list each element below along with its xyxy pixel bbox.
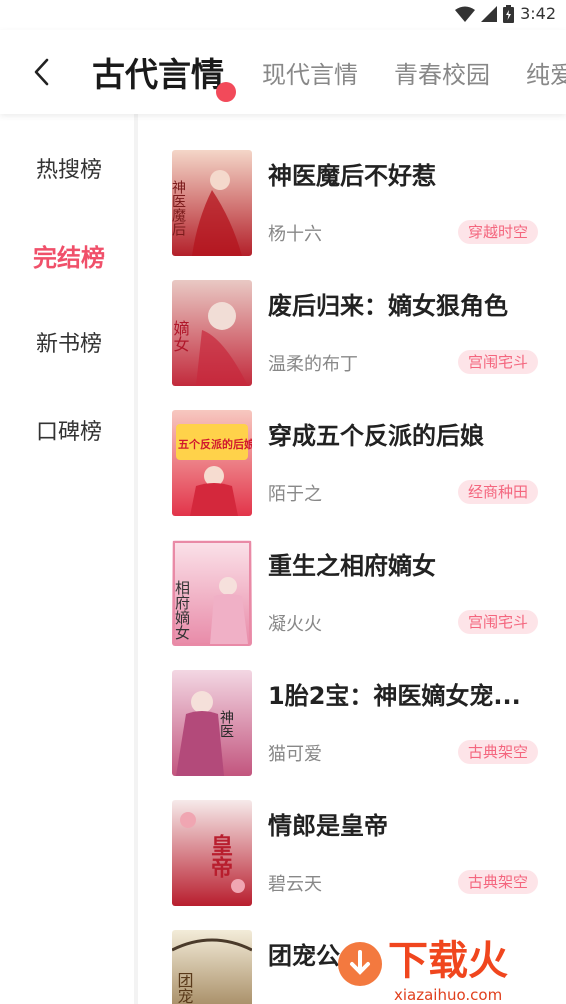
tab-label: 纯爱	[526, 60, 566, 89]
tab-label: 青春校园	[394, 60, 490, 89]
tab-label: 现代言情	[262, 60, 358, 89]
book-item[interactable]: 相府嫡女 重生之相府嫡女 凝火火 宫闱宅斗	[172, 540, 552, 646]
wifi-icon	[455, 6, 476, 22]
status-time: 3:42	[520, 4, 556, 23]
book-title[interactable]: 神医魔后不好惹	[268, 156, 552, 191]
book-item[interactable]: 五个反派的后娘 穿成五个反派的后娘 陌于之 经商种田	[172, 410, 552, 516]
tab-ancient-romance[interactable]: 古代言情	[92, 48, 236, 102]
status-bar: 3:42	[0, 0, 566, 30]
book-list: 神医魔后 神医魔后不好惹 杨十六 穿越时空 嫡女 废后归来：嫡女狠角色 温柔的布…	[142, 114, 566, 1004]
sidebar-item-reputation[interactable]: 口碑榜	[0, 414, 138, 446]
back-button[interactable]	[26, 54, 56, 90]
book-cover[interactable]: 神医魔后	[172, 150, 252, 256]
book-title[interactable]: 重生之相府嫡女	[268, 546, 552, 581]
book-genre-tag[interactable]: 宫闱宅斗	[457, 350, 538, 374]
chevron-left-icon	[34, 58, 49, 86]
book-cover[interactable]: 相府嫡女	[172, 540, 252, 646]
cover-title: 相府嫡女	[173, 580, 191, 640]
book-author: 凝火火	[268, 614, 322, 635]
book-cover[interactable]: 五个反派的后娘	[172, 410, 252, 516]
book-title[interactable]: 情郎是皇帝	[268, 806, 552, 841]
book-cover[interactable]: 团宠	[172, 930, 252, 1004]
book-author: 温柔的布丁	[268, 354, 358, 375]
cover-title: 五个反派的后娘	[178, 437, 252, 451]
watermark-text: 下载火	[388, 938, 508, 984]
cover-title: 嫡女	[172, 320, 190, 352]
book-genre-tag[interactable]: 宫闱宅斗	[457, 610, 538, 634]
sidebar-item-new-books[interactable]: 新书榜	[0, 326, 138, 358]
book-genre-tag[interactable]: 古典架空	[457, 740, 538, 764]
active-tab-indicator	[216, 82, 236, 102]
book-item[interactable]: 神医 1胎2宝：神医嫡女宠... 猫可爱 古典架空	[172, 670, 552, 776]
cover-title: 皇帝	[207, 833, 233, 878]
sidebar-item-hot-search[interactable]: 热搜榜	[0, 152, 138, 184]
status-icons: 3:42	[455, 4, 556, 23]
book-title[interactable]: 穿成五个反派的后娘	[268, 416, 552, 451]
sidebar-item-label: 新书榜	[35, 332, 102, 357]
book-genre-tag[interactable]: 穿越时空	[457, 220, 538, 244]
sidebar-item-completed[interactable]: 完结榜	[0, 238, 138, 273]
book-cover[interactable]: 神医	[172, 670, 252, 776]
book-author: 杨十六	[268, 224, 322, 245]
book-item[interactable]: 嫡女 废后归来：嫡女狠角色 温柔的布丁 宫闱宅斗	[172, 280, 552, 386]
book-cover[interactable]: 嫡女	[172, 280, 252, 386]
book-item[interactable]: 神医魔后 神医魔后不好惹 杨十六 穿越时空	[172, 150, 552, 256]
watermark-logo: 下载火 xiazaihuo.com	[330, 926, 566, 1004]
book-author: 陌于之	[268, 484, 322, 505]
cover-title: 团宠	[175, 972, 194, 1004]
category-tab-bar: 古代言情 现代言情 青春校园 纯爱	[0, 30, 566, 114]
ranking-sidebar: 热搜榜 完结榜 新书榜 口碑榜	[0, 114, 138, 1004]
tabs: 古代言情 现代言情 青春校园 纯爱	[92, 30, 566, 114]
sidebar-item-label: 热搜榜	[35, 158, 102, 183]
battery-icon	[503, 4, 515, 23]
book-item[interactable]: 皇帝 情郎是皇帝 碧云天 古典架空	[172, 800, 552, 906]
book-cover[interactable]: 皇帝	[172, 800, 252, 906]
signal-icon	[481, 5, 498, 22]
sidebar-item-label: 口碑榜	[35, 420, 102, 445]
book-author: 碧云天	[268, 874, 322, 895]
book-genre-tag[interactable]: 经商种田	[457, 480, 538, 504]
tab-campus[interactable]: 青春校园	[394, 55, 490, 90]
book-genre-tag[interactable]: 古典架空	[457, 870, 538, 894]
book-author: 猫可爱	[268, 744, 322, 765]
sidebar-item-label: 完结榜	[33, 244, 105, 272]
book-title[interactable]: 1胎2宝：神医嫡女宠...	[268, 676, 552, 711]
watermark-url: xiazaihuo.com	[394, 986, 502, 1004]
cover-title: 神医魔后	[172, 180, 186, 236]
tab-pure-love[interactable]: 纯爱	[526, 55, 566, 90]
book-title[interactable]: 废后归来：嫡女狠角色	[268, 286, 552, 321]
tab-modern-romance[interactable]: 现代言情	[262, 55, 358, 90]
cover-title: 神医	[218, 710, 234, 738]
tab-label: 古代言情	[92, 55, 224, 94]
